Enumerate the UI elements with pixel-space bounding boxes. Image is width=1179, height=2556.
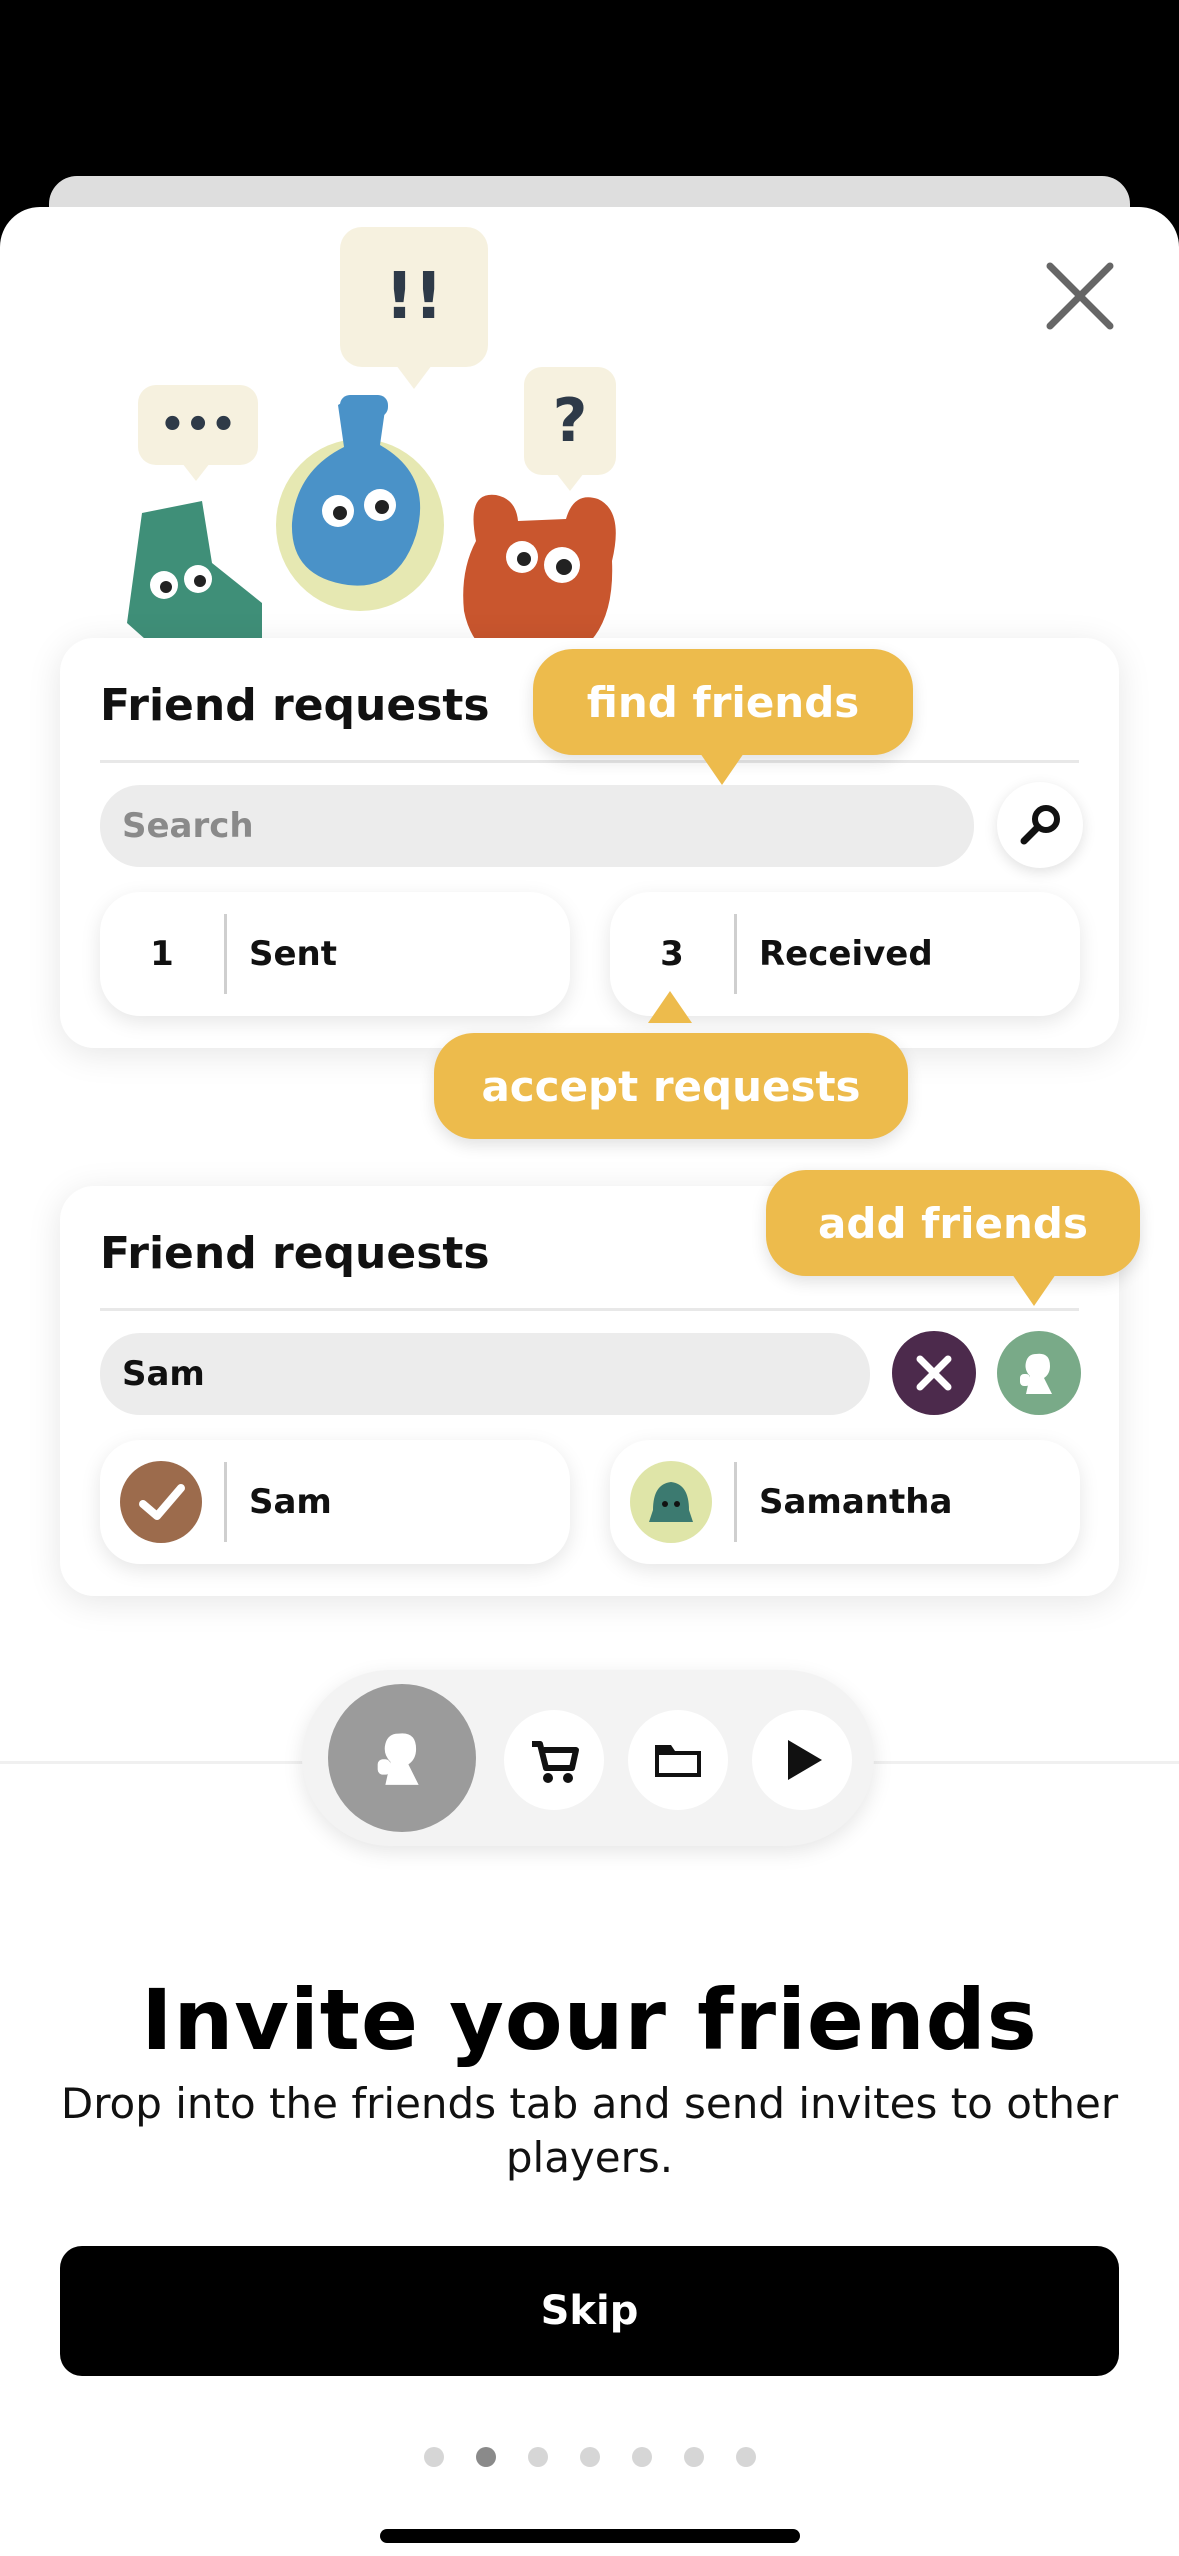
divider — [100, 760, 1079, 763]
shopping-cart-icon — [532, 1741, 579, 1783]
divider — [100, 1308, 1079, 1311]
clear-search-button[interactable] — [892, 1331, 976, 1415]
tab-shop[interactable] — [504, 1710, 604, 1810]
friend-icon — [1020, 1353, 1052, 1394]
tab-friends[interactable] — [328, 1684, 476, 1832]
bubble-tail — [182, 463, 210, 481]
search-button[interactable] — [997, 782, 1083, 868]
tab-bar — [302, 1670, 874, 1846]
page-indicator — [0, 2447, 1179, 2471]
add-friends-label: add friends — [818, 1198, 1088, 1248]
accept-requests-label: accept requests — [481, 1061, 861, 1111]
card-title: Friend requests — [100, 1228, 490, 1279]
search-icon — [1020, 805, 1060, 845]
find-friends-label: find friends — [586, 677, 860, 727]
result-name: Samantha — [759, 1482, 953, 1522]
close-icon — [1046, 262, 1114, 330]
page-dot[interactable] — [527, 2447, 548, 2467]
page-dot[interactable] — [423, 2447, 444, 2467]
speech-bubble-exclaim: !! — [340, 227, 488, 367]
received-count: 3 — [660, 934, 684, 974]
add-friends-tooltip: add friends — [766, 1170, 1140, 1276]
page-dot[interactable] — [683, 2447, 704, 2467]
close-icon — [916, 1355, 952, 1391]
result-item-sam[interactable]: Sam — [100, 1440, 570, 1564]
sent-label: Sent — [249, 934, 338, 974]
checkmark-icon — [139, 1484, 185, 1520]
tooltip-tail — [700, 753, 744, 785]
result-item-samantha[interactable]: Samantha — [610, 1440, 1080, 1564]
play-icon — [788, 1740, 822, 1780]
search-value: Sam — [122, 1354, 205, 1394]
skip-label: Skip — [540, 2288, 639, 2334]
search-placeholder: Search — [122, 806, 254, 846]
page-dot[interactable] — [735, 2447, 756, 2467]
tab-library[interactable] — [628, 1710, 728, 1810]
accept-requests-tooltip: accept requests — [434, 1033, 908, 1139]
add-friend-button[interactable] — [997, 1331, 1081, 1415]
page-description: Drop into the friends tab and send invit… — [60, 2079, 1119, 2182]
speech-bubble-dots: ••• — [138, 385, 258, 465]
page-title: Invite your friends — [141, 1971, 1038, 2069]
tooltip-tail — [1012, 1274, 1056, 1306]
avatar — [630, 1461, 712, 1543]
bubble-question-text: ? — [552, 386, 588, 456]
sent-requests-button[interactable]: 1 Sent — [100, 892, 570, 1016]
page-dot[interactable] — [579, 2447, 600, 2467]
sent-count: 1 — [150, 934, 174, 974]
find-friends-tooltip: find friends — [533, 649, 913, 755]
skip-button[interactable]: Skip — [60, 2246, 1119, 2376]
close-button[interactable] — [1040, 256, 1120, 336]
bubble-exclaim-text: !! — [384, 260, 444, 334]
onboarding-sheet: ••• !! ? Friend requests Search 1 Sent 3… — [0, 207, 1179, 2556]
search-input[interactable]: Sam — [100, 1333, 870, 1415]
home-indicator — [380, 2529, 800, 2543]
page-dot[interactable] — [475, 2447, 496, 2467]
bubble-dots-text: ••• — [159, 402, 237, 448]
friend-icon — [377, 1733, 419, 1785]
speech-bubble-question: ? — [524, 367, 616, 475]
blue-flask-creature-illustration — [276, 395, 444, 611]
tab-play[interactable] — [752, 1710, 852, 1810]
tooltip-tail — [648, 991, 692, 1023]
avatar — [120, 1461, 202, 1543]
folder-icon — [655, 1745, 701, 1777]
received-label: Received — [759, 934, 933, 974]
creature-avatar-icon — [649, 1482, 693, 1522]
search-input[interactable]: Search — [100, 785, 974, 867]
card-title: Friend requests — [100, 680, 490, 731]
page-dot[interactable] — [631, 2447, 652, 2467]
result-name: Sam — [249, 1482, 332, 1522]
